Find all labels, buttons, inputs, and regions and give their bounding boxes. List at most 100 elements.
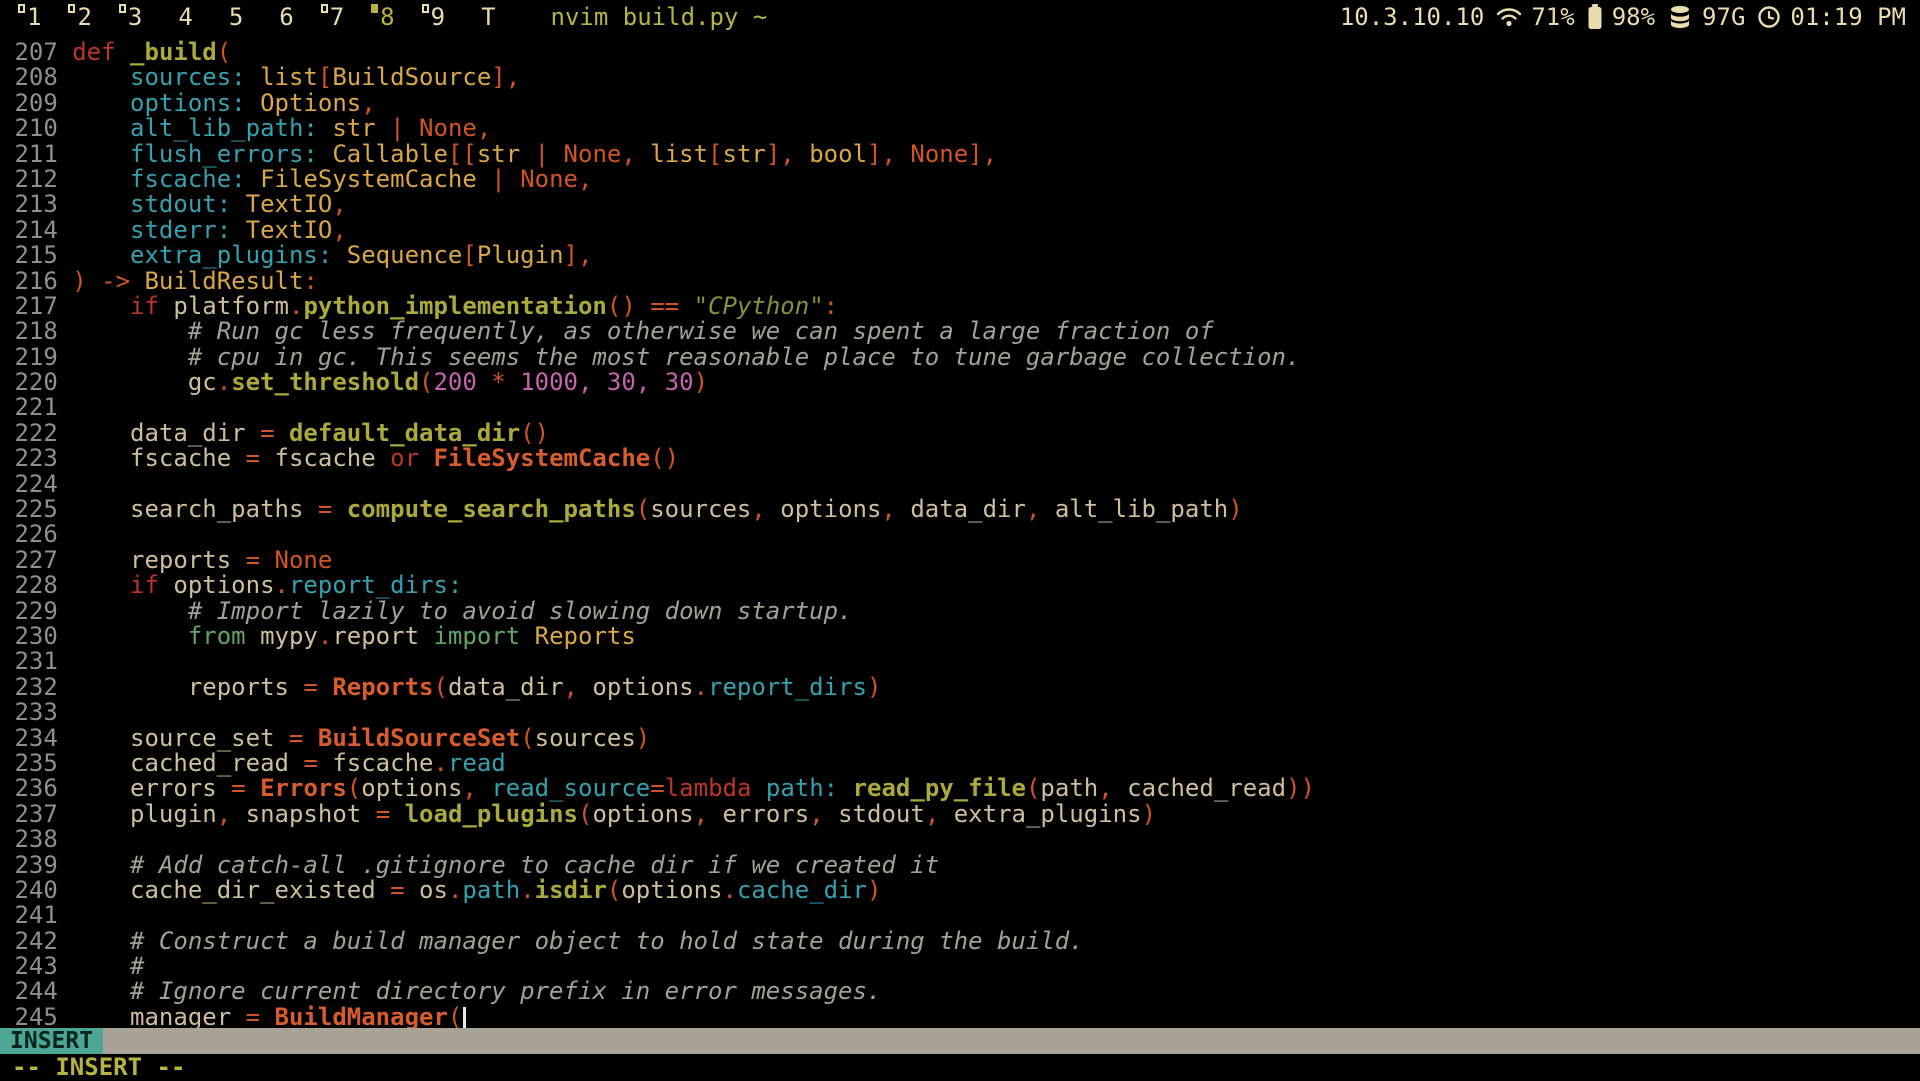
tmux-window-7[interactable]: 7	[321, 3, 344, 31]
code-token	[679, 292, 693, 320]
code-line[interactable]: 238	[0, 827, 1920, 852]
code-line[interactable]: 240 cache_dir_existed = os.path.isdir(op…	[0, 878, 1920, 903]
tmux-window-4[interactable]: 4	[169, 3, 192, 31]
code-line[interactable]: 218 # Run gc less frequently, as otherwi…	[0, 319, 1920, 344]
tmux-window-T[interactable]: T	[472, 3, 495, 31]
tmux-window-label: 7	[330, 3, 344, 31]
code-token: data_dir	[448, 673, 564, 701]
code-line[interactable]: 227 reports = None	[0, 548, 1920, 573]
code-token: =	[318, 495, 332, 523]
code-line[interactable]: 216 ) -> BuildResult:	[0, 269, 1920, 294]
code-line[interactable]: 225 search_paths = compute_search_paths(…	[0, 497, 1920, 522]
mode-indicator-chip: INSERT	[0, 1028, 103, 1054]
code-token: from	[188, 622, 246, 650]
code-line[interactable]: 214 stderr: TextIO,	[0, 218, 1920, 243]
code-token: (	[520, 724, 534, 752]
code-token: mypy	[246, 622, 318, 650]
code-token: python_implementation	[303, 292, 606, 320]
code-line[interactable]: 219 # cpu in gc. This seems the most rea…	[0, 345, 1920, 370]
code-line[interactable]: 232 reports = Reports(data_dir, options.…	[0, 675, 1920, 700]
code-token: (	[419, 368, 433, 396]
code-token: =	[289, 724, 303, 752]
line-number: 211	[0, 142, 58, 167]
code-line[interactable]: 242 # Construct a build manager object t…	[0, 929, 1920, 954]
code-line[interactable]: 241	[0, 903, 1920, 928]
code-line[interactable]: 220 gc.set_threshold(200 * 1000, 30, 30)	[0, 370, 1920, 395]
line-number: 232	[0, 675, 58, 700]
line-number: 237	[0, 802, 58, 827]
tmux-window-1[interactable]: 1	[18, 3, 41, 31]
code-line[interactable]: 236 errors = Errors(options, read_source…	[0, 776, 1920, 801]
wifi-icon	[1496, 7, 1522, 27]
code-line[interactable]: 243 #	[0, 954, 1920, 979]
code-token: fscache:	[130, 165, 246, 193]
tmux-window-9[interactable]: 9	[422, 3, 445, 31]
code-line[interactable]: 217 if platform.python_implementation() …	[0, 294, 1920, 319]
code-token	[506, 165, 520, 193]
clock-icon	[1757, 5, 1781, 29]
code-line[interactable]: 212 fscache: FileSystemCache | None,	[0, 167, 1920, 192]
code-token: alt_lib_path	[1040, 495, 1228, 523]
code-token: )	[1228, 495, 1242, 523]
code-line[interactable]: 228 if options.report_dirs:	[0, 573, 1920, 598]
code-token	[72, 216, 130, 244]
code-line[interactable]: 215 extra_plugins: Sequence[Plugin],	[0, 243, 1920, 268]
code-line[interactable]: 223 fscache = fscache or FileSystemCache…	[0, 446, 1920, 471]
tmux-window-6[interactable]: 6	[270, 3, 293, 31]
code-token: options	[592, 800, 693, 828]
line-number: 243	[0, 954, 58, 979]
code-line[interactable]: 224	[0, 472, 1920, 497]
code-token: Reports	[332, 673, 433, 701]
code-token	[246, 774, 260, 802]
code-line[interactable]: 210 alt_lib_path: str | None,	[0, 116, 1920, 141]
code-token: 30	[665, 368, 694, 396]
code-line[interactable]: 211 flush_errors: Callable[[str | None, …	[0, 142, 1920, 167]
editor-buffer[interactable]: 207 def _build(208 sources: list[BuildSo…	[0, 33, 1920, 1047]
clock-time: 01:19 PM	[1790, 3, 1906, 31]
code-token: fscache	[260, 444, 390, 472]
code-line[interactable]: 239 # Add catch-all .gitignore to cache …	[0, 853, 1920, 878]
tmux-window-3[interactable]: 3	[119, 3, 142, 31]
code-token: .	[448, 876, 462, 904]
code-line[interactable]: 231	[0, 649, 1920, 674]
code-token: def	[72, 38, 115, 66]
code-token: .	[694, 673, 708, 701]
code-line[interactable]: 244 # Ignore current directory prefix in…	[0, 979, 1920, 1004]
code-token: [[	[448, 140, 477, 168]
code-token: =	[376, 800, 390, 828]
code-line[interactable]: 221	[0, 395, 1920, 420]
code-line[interactable]: 209 options: Options,	[0, 91, 1920, 116]
code-line[interactable]: 229 # Import lazily to avoid slowing dow…	[0, 599, 1920, 624]
code-line[interactable]: 233	[0, 700, 1920, 725]
tmux-window-label: T	[481, 3, 495, 31]
code-line[interactable]: 208 sources: list[BuildSource],	[0, 65, 1920, 90]
disk-icon	[1667, 5, 1693, 29]
code-line[interactable]: 230 from mypy.report import Reports	[0, 624, 1920, 649]
code-token	[318, 673, 332, 701]
code-line[interactable]: 234 source_set = BuildSourceSet(sources)	[0, 726, 1920, 751]
code-line[interactable]: 222 data_dir = default_data_dir()	[0, 421, 1920, 446]
tmux-window-5[interactable]: 5	[220, 3, 243, 31]
code-token: FileSystemCache	[433, 444, 650, 472]
code-token: fscache	[72, 444, 245, 472]
code-token: Options	[260, 89, 361, 117]
code-token: extra_plugins	[939, 800, 1141, 828]
line-number: 227	[0, 548, 58, 573]
tmux-window-8[interactable]: 8	[371, 3, 394, 31]
code-line[interactable]: 245 manager = BuildManager(	[0, 1005, 1920, 1030]
code-token: )	[867, 673, 881, 701]
code-token: ()	[520, 419, 549, 447]
code-line[interactable]: 237 plugin, snapshot = load_plugins(opti…	[0, 802, 1920, 827]
code-token: sources:	[130, 63, 246, 91]
code-line[interactable]: 213 stdout: TextIO,	[0, 192, 1920, 217]
tmux-window-label: 5	[229, 3, 243, 31]
code-token	[72, 571, 130, 599]
code-line[interactable]: 235 cached_read = fscache.read	[0, 751, 1920, 776]
code-token: default_data_dir	[289, 419, 520, 447]
line-number: 218	[0, 319, 58, 344]
code-line[interactable]: 226	[0, 522, 1920, 547]
tmux-window-2[interactable]: 2	[68, 3, 91, 31]
code-line[interactable]: 207 def _build(	[0, 40, 1920, 65]
code-token: ,	[564, 673, 578, 701]
battery-icon	[1587, 4, 1603, 30]
